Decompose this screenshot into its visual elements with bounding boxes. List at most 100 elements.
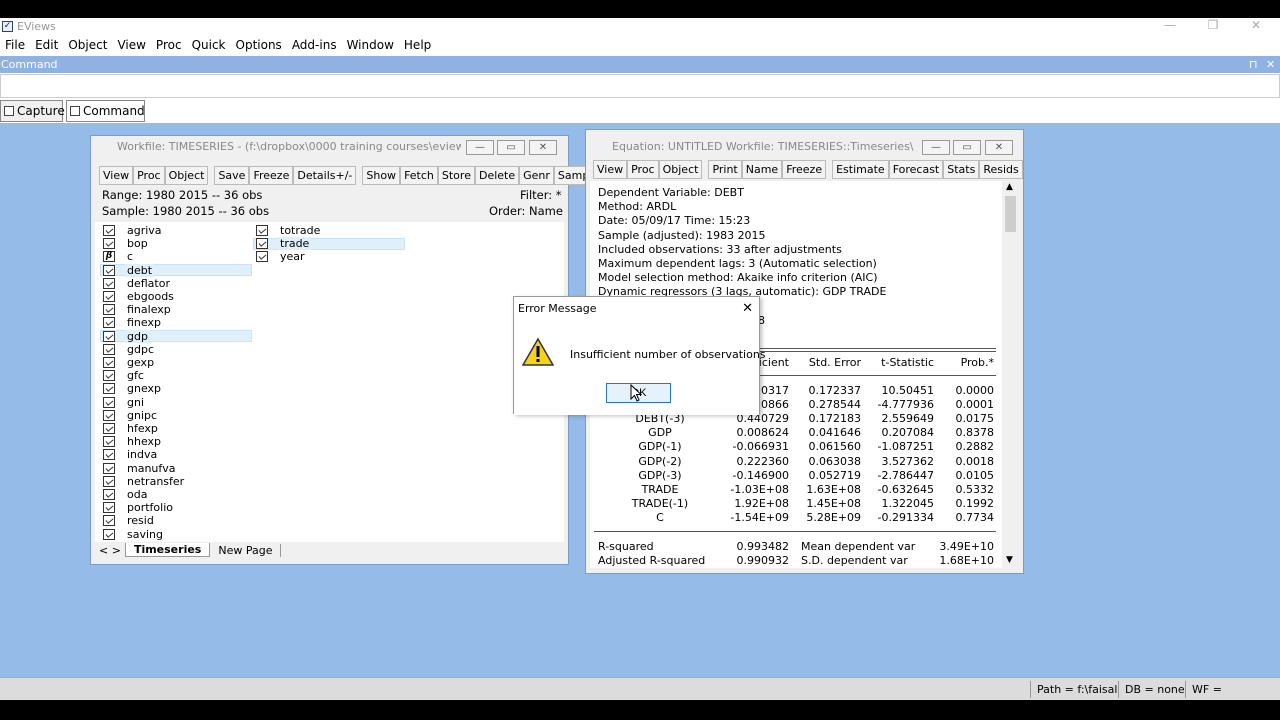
- wf-delete-button[interactable]: Delete: [474, 166, 520, 185]
- series-icon: [103, 343, 115, 355]
- capture-icon: [4, 106, 14, 116]
- menu-window[interactable]: Window: [342, 38, 399, 52]
- list-item[interactable]: gnipc: [103, 409, 253, 422]
- maximize-icon[interactable]: ❐: [1198, 18, 1228, 35]
- list-item[interactable]: hfexp: [103, 422, 253, 435]
- list-item-label: finexp: [127, 316, 161, 330]
- wf-proc-button[interactable]: Proc: [133, 166, 165, 185]
- list-item[interactable]: totrade: [256, 224, 406, 237]
- eq-print-button[interactable]: Print: [708, 160, 742, 179]
- workfile-close-icon[interactable]: ✕: [529, 140, 557, 155]
- list-item[interactable]: gfc: [103, 369, 253, 382]
- wf-object-button[interactable]: Object: [164, 166, 209, 185]
- list-item[interactable]: finexp: [103, 316, 253, 329]
- list-item[interactable]: gnexp: [103, 382, 253, 395]
- table-cell-t-stat: -0.632645: [877, 482, 934, 496]
- wf-show-button[interactable]: Show: [362, 166, 401, 185]
- table-cell-coefficient: 0317: [761, 384, 789, 397]
- table-cell-std-error: 0.278544: [808, 398, 862, 412]
- scroll-thumb[interactable]: [1005, 196, 1016, 232]
- stat-label: R-squared: [598, 540, 654, 553]
- menu-edit[interactable]: Edit: [30, 38, 63, 52]
- status-db: DB = none: [1118, 681, 1191, 698]
- list-item-label: portfolio: [127, 501, 173, 515]
- table-cell-t-stat: 1.322045: [881, 496, 935, 510]
- wf-genr-button[interactable]: Genr: [519, 166, 554, 185]
- series-icon: [103, 291, 115, 302]
- tab-timeseries[interactable]: Timeseries: [124, 543, 211, 557]
- wf-details-button[interactable]: Details+/-: [293, 166, 357, 185]
- wf-store-button[interactable]: Store: [437, 166, 475, 185]
- equation-minimize-icon[interactable]: —: [922, 140, 950, 155]
- eq-name-button[interactable]: Name: [741, 160, 783, 179]
- list-item[interactable]: indva: [103, 448, 253, 461]
- list-item[interactable]: bop: [103, 237, 253, 250]
- tab-new-page[interactable]: New Page: [210, 543, 282, 557]
- menu-file[interactable]: File: [0, 38, 30, 52]
- list-item-label: agriva: [127, 224, 162, 237]
- wf-freeze-button[interactable]: Freeze: [249, 166, 294, 185]
- list-item[interactable]: netransfer: [103, 475, 253, 488]
- page-nav-arrows[interactable]: < >: [95, 544, 125, 557]
- table-cell-prob: 0.5332: [955, 482, 995, 496]
- menu-options[interactable]: Options: [231, 38, 287, 52]
- command-pane-title: Command ⊓ ✕: [0, 56, 1280, 73]
- wf-view-button[interactable]: View: [99, 166, 134, 185]
- close-icon[interactable]: ✕: [1241, 18, 1271, 35]
- eq-view-button[interactable]: View: [593, 160, 628, 179]
- pin-icon[interactable]: ⊓: [1249, 56, 1258, 73]
- eq-estimate-button[interactable]: Estimate: [832, 160, 889, 179]
- command-close-icon[interactable]: ✕: [1266, 56, 1275, 73]
- list-item[interactable]: gni: [103, 396, 253, 409]
- workfile-minimize-icon[interactable]: —: [466, 140, 494, 155]
- list-item[interactable]: debt: [103, 263, 253, 277]
- menu-help[interactable]: Help: [399, 38, 436, 52]
- series-icon: [103, 304, 115, 316]
- eq-object-button[interactable]: Object: [658, 160, 703, 179]
- menu-proc[interactable]: Proc: [151, 38, 187, 52]
- equation-maximize-icon[interactable]: ▭: [953, 140, 981, 155]
- menu-view[interactable]: View: [112, 38, 150, 52]
- list-item[interactable]: manufva: [103, 462, 253, 475]
- list-item[interactable]: saving: [103, 528, 253, 541]
- list-item-label: gni: [127, 395, 145, 409]
- minimize-icon[interactable]: —: [1155, 18, 1185, 35]
- workfile-order[interactable]: Order: Name: [489, 204, 563, 218]
- dialog-close-icon[interactable]: ✕: [742, 300, 753, 317]
- list-item[interactable]: deflator: [103, 277, 253, 290]
- eq-forecast-button[interactable]: Forecast: [888, 160, 944, 179]
- eq-freeze-button[interactable]: Freeze: [782, 160, 827, 179]
- menu-object[interactable]: Object: [63, 38, 112, 52]
- menu-quick[interactable]: Quick: [187, 38, 231, 52]
- equation-scrollbar[interactable]: ▲ ▼: [1002, 181, 1019, 568]
- scroll-up-icon[interactable]: ▲: [1006, 182, 1013, 192]
- list-item[interactable]: year: [256, 250, 406, 263]
- list-item[interactable]: gdpc: [103, 343, 253, 356]
- list-item[interactable]: hhexp: [103, 435, 253, 448]
- scroll-down-icon[interactable]: ▼: [1006, 555, 1013, 565]
- list-item[interactable]: finalexp: [103, 303, 253, 316]
- menu-addins[interactable]: Add-ins: [287, 38, 342, 52]
- tab-command[interactable]: Command: [66, 100, 145, 122]
- list-item[interactable]: portfolio: [103, 501, 253, 514]
- list-item[interactable]: resid: [103, 514, 253, 527]
- wf-fetch-button[interactable]: Fetch: [400, 166, 438, 185]
- stat-value: 1.68E+10: [939, 554, 994, 567]
- list-item[interactable]: oda: [103, 488, 253, 501]
- table-cell-coefficient: 0.222360: [736, 454, 790, 468]
- workfile-filter[interactable]: Filter: *: [520, 188, 562, 202]
- wf-save-button[interactable]: Save: [214, 166, 250, 185]
- list-item[interactable]: agriva: [103, 224, 253, 237]
- eq-proc-button[interactable]: Proc: [627, 160, 659, 179]
- equation-close-icon[interactable]: ✕: [985, 140, 1013, 155]
- list-item[interactable]: ebgoods: [103, 290, 253, 303]
- eq-stats-button[interactable]: Stats: [943, 160, 980, 179]
- tab-capture[interactable]: Capture: [0, 100, 65, 122]
- list-item[interactable]: gexp: [103, 356, 253, 369]
- list-item[interactable]: trade: [256, 237, 406, 251]
- list-item[interactable]: βc: [103, 250, 253, 263]
- command-input[interactable]: [0, 74, 1280, 98]
- workfile-maximize-icon[interactable]: ▭: [497, 140, 525, 155]
- list-item[interactable]: gdp: [103, 329, 253, 343]
- eq-resids-button[interactable]: Resids: [979, 160, 1023, 179]
